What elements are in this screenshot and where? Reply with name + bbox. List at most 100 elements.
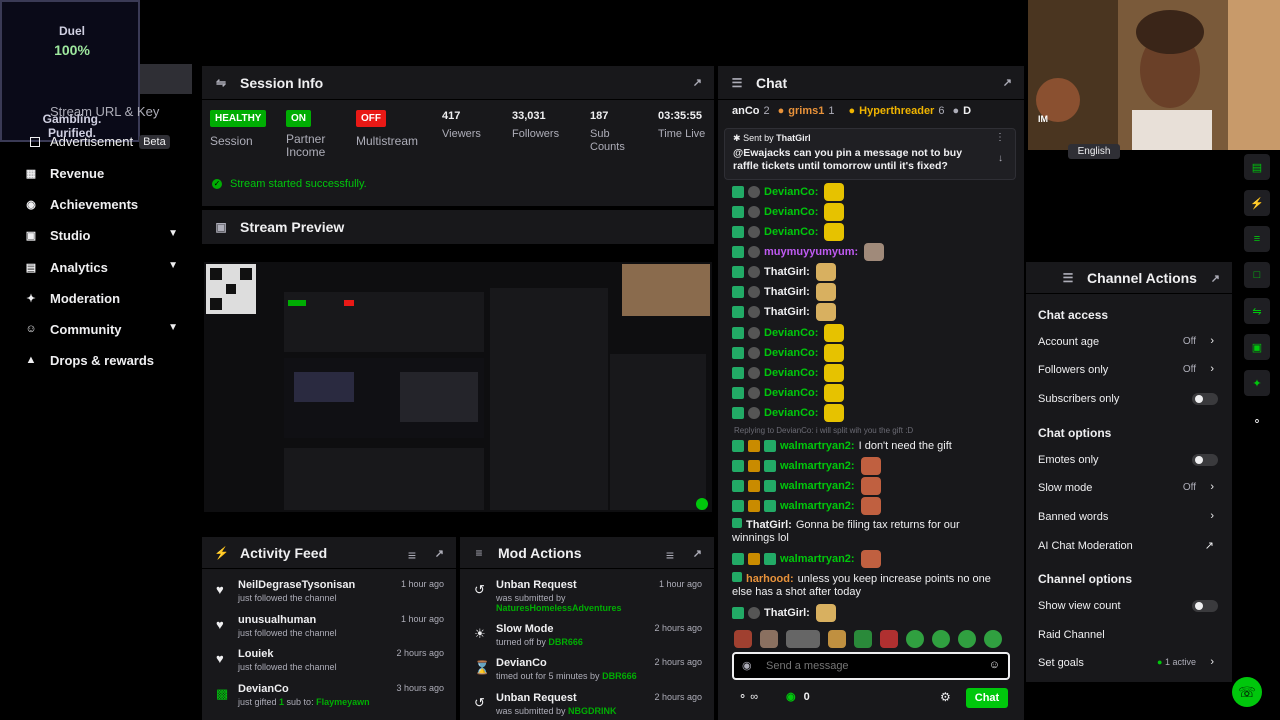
chat-message[interactable]: harhood: unless you keep increase points … — [732, 572, 1002, 599]
sidebar-item-achievements[interactable]: ◉ Achievements — [24, 191, 194, 217]
chat-username[interactable]: DevianCo: — [764, 387, 818, 399]
chat-username[interactable]: DevianCo: — [764, 327, 818, 339]
account-age-row[interactable]: Account age Off › — [1038, 335, 1218, 356]
popout-icon[interactable]: ↗ — [1211, 272, 1220, 285]
list-item[interactable]: ↺ Unban Request was submitted by NaturesH… — [460, 579, 714, 613]
channel-points[interactable]: ◉ 0 — [786, 690, 810, 704]
tools-icon[interactable]: ⚬ ∞ — [738, 691, 758, 703]
raid-channel-row[interactable]: Raid Channel — [1038, 629, 1218, 649]
chat-username[interactable]: ThatGirl: — [764, 286, 810, 298]
list-item[interactable]: ♥ unusualhuman just followed the channel… — [202, 614, 456, 648]
emote-icon[interactable] — [828, 630, 846, 648]
expand-icon[interactable]: ↓ — [998, 153, 1003, 164]
subscribers-only-toggle[interactable] — [1192, 393, 1218, 405]
chat-input[interactable] — [766, 657, 976, 675]
emote-bar[interactable] — [732, 630, 1008, 648]
rail-list-icon[interactable]: ≡ — [1244, 226, 1270, 252]
chat-message[interactable]: walmartryan2: — [732, 456, 881, 476]
list-item[interactable]: ☀ Slow Mode turned off by DBR666 2 hours… — [460, 623, 714, 657]
chat-message[interactable]: DevianCo: — [732, 403, 845, 423]
emote-icon[interactable] — [932, 630, 950, 648]
filter-icon[interactable]: ≡ — [666, 547, 674, 563]
chat-message[interactable]: ThatGirl: — [732, 604, 836, 622]
subscribers-only-row[interactable]: Subscribers only — [1038, 393, 1218, 413]
sidebar-item-advertisement[interactable]: Advertisement Beta — [30, 134, 170, 149]
rail-stats-icon[interactable]: ▤ — [1244, 154, 1270, 180]
chat-settings-icon[interactable]: ◉ — [742, 659, 752, 672]
chat-username[interactable]: DevianCo: — [764, 347, 818, 359]
pinned-message[interactable]: ✱ Sent by ThatGirl ⋮ ↓ @Ewajacks can you… — [724, 128, 1016, 180]
chat-message[interactable]: DevianCo: — [732, 383, 845, 403]
chat-message[interactable]: DevianCo: — [732, 182, 845, 202]
list-item[interactable]: ▩ DevianCo just gifted 1 sub to: Flaymey… — [202, 683, 456, 717]
chat-message[interactable]: ThatGirl: Gonna be filing tax returns for… — [732, 518, 1002, 545]
banned-words-row[interactable]: Banned words › — [1038, 510, 1218, 531]
language-tag[interactable]: English — [1068, 144, 1120, 159]
chat-username[interactable]: ThatGirl: — [764, 266, 810, 278]
chat-message[interactable]: walmartryan2: I don't need the gift — [732, 436, 952, 456]
rail-session-icon[interactable]: ⇋ — [1244, 298, 1270, 324]
emote-icon[interactable] — [984, 630, 1002, 648]
view-count-toggle[interactable] — [1192, 600, 1218, 612]
sidebar-item-stream-url[interactable]: Stream URL & Key — [50, 104, 159, 119]
sidebar-item-analytics[interactable]: ▤ Analytics ▼ — [24, 254, 194, 280]
chat-message[interactable]: DevianCo: — [732, 323, 845, 343]
sidebar-item-moderation[interactable]: ✦ Moderation — [24, 285, 194, 311]
emote-icon[interactable] — [958, 630, 976, 648]
list-item[interactable]: ↺ Unban Request was submitted by NBGDRIN… — [460, 692, 714, 720]
chat-message[interactable]: ThatGirl: — [732, 302, 836, 322]
chat-username[interactable]: muymuyyumyum: — [764, 246, 858, 258]
chat-message[interactable]: DevianCo: — [732, 343, 845, 363]
chat-send-button[interactable]: Chat — [966, 688, 1008, 708]
chat-message[interactable]: walmartryan2: — [732, 550, 881, 568]
emoji-icon[interactable]: ☺ — [989, 659, 1000, 671]
emote-icon[interactable] — [880, 630, 898, 648]
slow-mode-row[interactable]: Slow mode Off › — [1038, 481, 1218, 502]
chat-username[interactable]: walmartryan2: — [780, 500, 855, 512]
emote-icon[interactable] — [786, 630, 820, 648]
chat-message[interactable]: DevianCo: — [732, 363, 845, 383]
sidebar-item-community[interactable]: ☺ Community ▼ — [24, 316, 194, 342]
show-view-count-row[interactable]: Show view count — [1038, 600, 1218, 620]
chat-username[interactable]: walmartryan2: — [780, 480, 855, 492]
popout-icon[interactable]: ↗ — [693, 76, 702, 89]
chat-username[interactable]: DevianCo: — [764, 186, 818, 198]
emote-icon[interactable] — [854, 630, 872, 648]
chat-username[interactable]: walmartryan2: — [780, 440, 855, 452]
chat-username[interactable]: DevianCo: — [764, 407, 818, 419]
stream-preview-video[interactable] — [204, 262, 712, 512]
chat-username[interactable]: DevianCo: — [764, 206, 818, 218]
rail-wrench-icon[interactable]: ✦ — [1244, 370, 1270, 396]
emotes-only-row[interactable]: Emotes only — [1038, 454, 1218, 474]
list-item[interactable]: ♥ NeilDegraseTysonisan just followed the… — [202, 579, 456, 613]
emote-icon[interactable] — [760, 630, 778, 648]
list-item[interactable]: ♥ Louiek just followed the channel 2 hou… — [202, 648, 456, 682]
popout-icon[interactable]: ↗ — [435, 547, 444, 560]
chat-message[interactable]: muymuyyumyum: — [732, 242, 885, 262]
popout-icon[interactable]: ↗ — [693, 547, 702, 560]
sidebar-item-revenue[interactable]: ▦ Revenue — [24, 160, 194, 186]
followers-only-row[interactable]: Followers only Off › — [1038, 363, 1218, 384]
ai-moderation-row[interactable]: AI Chat Moderation ↗ — [1038, 540, 1218, 560]
chat-message[interactable]: walmartryan2: — [732, 496, 881, 516]
chat-leaderboard[interactable]: anCo 2 ● grims1 1 ● Hyperthreader 6 ● D — [732, 102, 1022, 120]
chat-tools[interactable]: ⚬ ∞ — [738, 690, 758, 703]
gear-icon[interactable]: ⚙ — [940, 690, 951, 704]
help-icon[interactable]: ☏ — [1232, 677, 1262, 707]
chat-message[interactable]: DevianCo: — [732, 202, 845, 222]
pin-menu-icon[interactable]: ⋮ — [995, 132, 1005, 143]
chat-message[interactable]: ThatGirl: — [732, 262, 836, 282]
set-goals-row[interactable]: Set goals ● 1 active › — [1038, 656, 1218, 677]
chat-message[interactable]: DevianCo: — [732, 222, 845, 242]
emote-icon[interactable] — [906, 630, 924, 648]
sidebar-item-drops[interactable]: ▲ Drops & rewards — [24, 347, 194, 373]
filter-icon[interactable]: ≡ — [408, 547, 416, 563]
emote-icon[interactable] — [734, 630, 752, 648]
chat-username[interactable]: walmartryan2: — [780, 460, 855, 472]
sidebar-item-studio[interactable]: ▣ Studio ▼ — [24, 222, 194, 248]
rail-preview-icon[interactable]: ▣ — [1244, 334, 1270, 360]
chat-username[interactable]: ThatGirl: — [764, 306, 810, 318]
chat-message[interactable]: ThatGirl: — [732, 282, 836, 302]
list-item[interactable]: ⌛ DevianCo timed out for 5 minutes by DB… — [460, 657, 714, 691]
popout-icon[interactable]: ↗ — [1003, 76, 1012, 89]
